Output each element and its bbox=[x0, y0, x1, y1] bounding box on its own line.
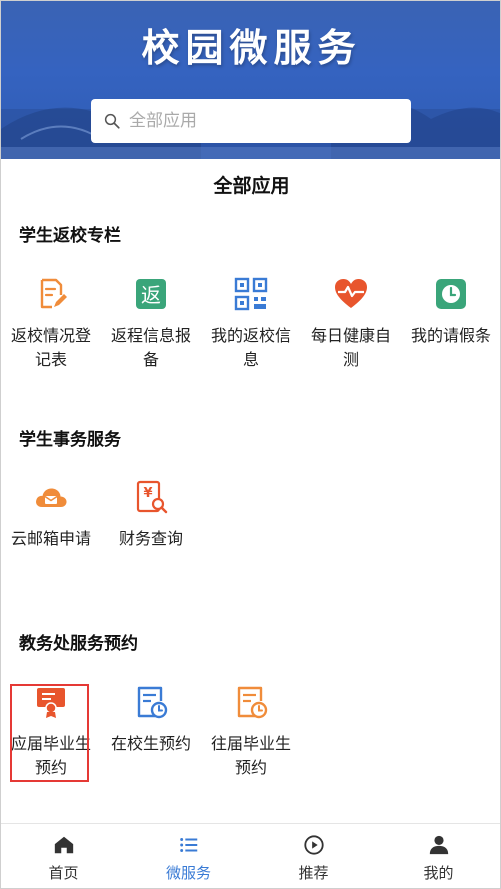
section-title-academic: 教务处服务预约 bbox=[19, 634, 138, 654]
app-label: 返校情况登记表 bbox=[10, 326, 91, 369]
app-cloud-mail[interactable]: 云邮箱申请 bbox=[1, 479, 101, 551]
heart-pulse-icon bbox=[335, 279, 367, 308]
app-label: 在校生预约 bbox=[110, 734, 191, 753]
edit-form-icon bbox=[40, 278, 67, 309]
section-title-return: 学生返校专栏 bbox=[19, 226, 121, 246]
svg-text:¥: ¥ bbox=[143, 486, 152, 501]
app-label: 财务查询 bbox=[118, 529, 183, 548]
tab-label: 微服务 bbox=[165, 864, 211, 882]
selection-highlight-box bbox=[10, 684, 89, 782]
play-circle-icon bbox=[303, 835, 324, 855]
finance-search-icon: ¥ bbox=[136, 480, 168, 514]
bottom-tab-bar: 首页 微服务 推荐 我的 bbox=[1, 823, 500, 888]
app-label: 我的请假条 bbox=[410, 326, 491, 345]
search-bar[interactable] bbox=[91, 99, 411, 143]
tab-micro-services[interactable]: 微服务 bbox=[126, 824, 251, 888]
tab-mine[interactable]: 我的 bbox=[376, 824, 500, 888]
tab-label: 推荐 bbox=[298, 864, 329, 882]
list-icon bbox=[179, 838, 197, 852]
banner-title: 校园微服务 bbox=[141, 25, 362, 70]
app-return-registration[interactable]: 返校情况登记表 bbox=[1, 276, 101, 372]
clock-badge-icon bbox=[436, 279, 466, 309]
app-label: 往届毕业生预约 bbox=[210, 734, 291, 777]
document-clock-icon bbox=[137, 686, 168, 719]
home-icon bbox=[54, 836, 73, 854]
app-student-appointment[interactable]: 在校生预约 bbox=[101, 684, 201, 756]
app-label: 每日健康自测 bbox=[310, 326, 391, 369]
search-input[interactable] bbox=[129, 111, 389, 131]
qr-code-icon bbox=[234, 277, 268, 311]
app-my-return-info[interactable]: 我的返校信息 bbox=[201, 276, 301, 372]
app-finance-query[interactable]: ¥ 财务查询 bbox=[101, 479, 201, 551]
app-return-report[interactable]: 返 返程信息报备 bbox=[101, 276, 201, 372]
page-title: 全部应用 bbox=[213, 175, 290, 197]
tab-label: 我的 bbox=[423, 864, 454, 882]
search-icon bbox=[104, 113, 120, 129]
tab-recommend[interactable]: 推荐 bbox=[251, 824, 376, 888]
app-my-leave[interactable]: 我的请假条 bbox=[401, 276, 500, 348]
tab-home[interactable]: 首页 bbox=[1, 824, 126, 888]
document-clock-orange-icon bbox=[237, 686, 268, 719]
app-alumni-appointment[interactable]: 往届毕业生预约 bbox=[201, 684, 301, 780]
app-label: 返程信息报备 bbox=[110, 326, 191, 369]
header-banner: 校园微服务 bbox=[1, 1, 500, 159]
app-label: 我的返校信息 bbox=[210, 326, 291, 369]
svg-text:返: 返 bbox=[141, 283, 161, 307]
cloud-mail-icon bbox=[36, 488, 67, 507]
user-icon bbox=[429, 835, 448, 855]
section-title-affairs: 学生事务服务 bbox=[19, 430, 121, 450]
app-daily-health[interactable]: 每日健康自测 bbox=[301, 276, 401, 372]
return-badge-icon: 返 bbox=[136, 279, 166, 309]
app-label: 云邮箱申请 bbox=[10, 529, 91, 548]
tab-label: 首页 bbox=[48, 864, 79, 882]
app-frame: 校园微服务 全部应用 学生返校专栏 返校情况登记表 返 bbox=[0, 0, 501, 889]
